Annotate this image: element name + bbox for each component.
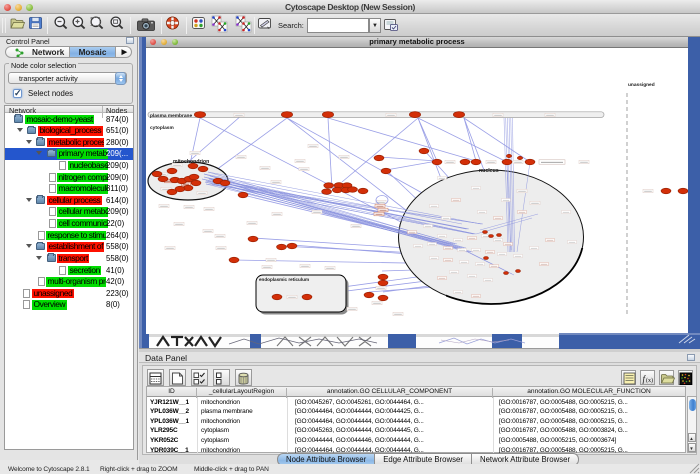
svg-text:nucleus: nucleus [479,168,499,174]
svg-text:cytoplasm: cytoplasm [150,125,174,131]
svg-text:plasma membrane: plasma membrane [150,113,192,119]
svg-text:(x): (x) [646,377,653,384]
svg-text:endoplasmic reticulum: endoplasmic reticulum [259,277,309,282]
svg-text:unassigned: unassigned [628,82,655,88]
